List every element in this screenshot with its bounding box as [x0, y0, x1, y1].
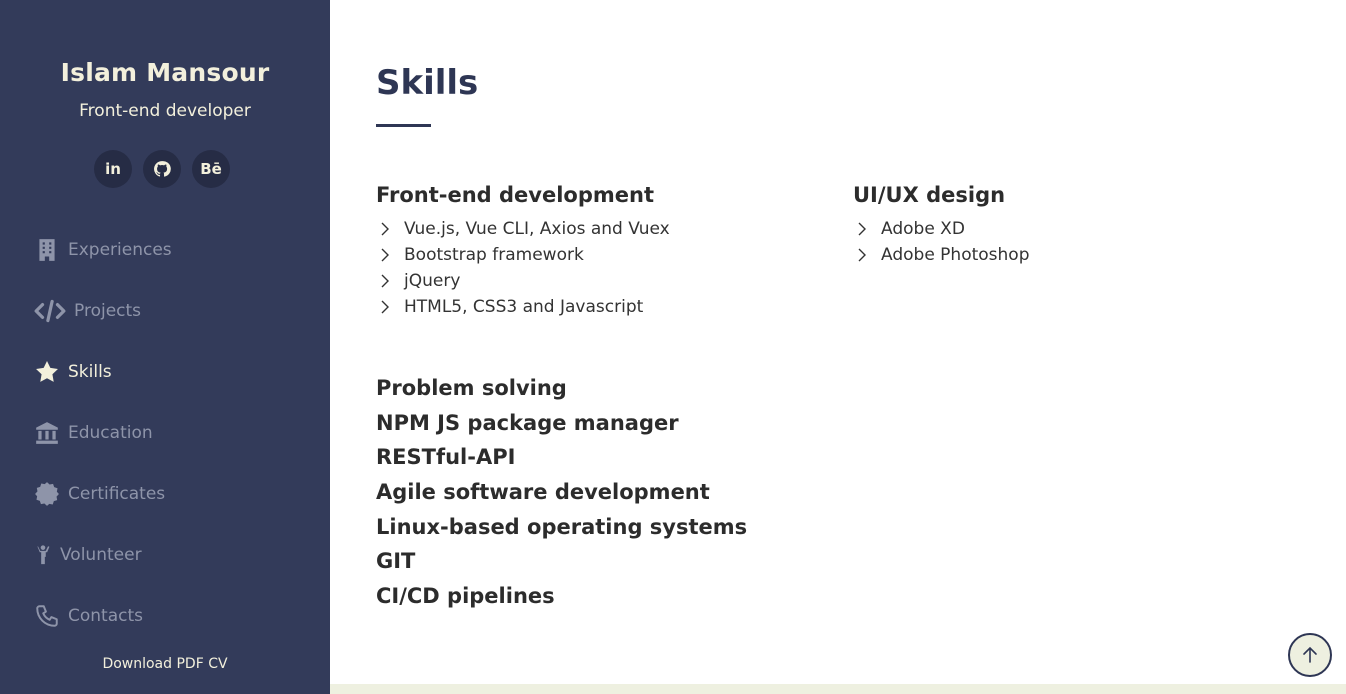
page-title: Skills [376, 63, 479, 103]
sidebar-item-label: Projects [74, 300, 142, 321]
sidebar: Islam Mansour Front-end developer in Bē … [0, 0, 330, 694]
sidebar-item-contacts[interactable]: Contacts [0, 585, 330, 646]
sidebar-item-label: Certificates [68, 483, 166, 504]
skill-item: Agile software development [376, 480, 710, 505]
chevron-right-icon [853, 222, 881, 236]
sidebar-item-certificates[interactable]: Certificates [0, 463, 330, 524]
behance-icon[interactable]: Bē [192, 150, 230, 188]
institution-icon [32, 418, 62, 448]
frontend-title: Front-end development [376, 183, 655, 207]
list-item: Adobe Photoshop [853, 242, 1030, 268]
skill-item: GIT [376, 549, 416, 574]
frontend-skills: Front-end development Vue.js, Vue CLI, A… [376, 183, 670, 320]
footer-strip [330, 684, 1346, 694]
chevron-right-icon [376, 248, 404, 262]
profile-title: Front-end developer [79, 101, 251, 121]
person-icon [32, 540, 54, 570]
other-skills: Problem solving NPM JS package manager R… [376, 374, 747, 617]
chevron-right-icon [376, 222, 404, 236]
chevron-right-icon [853, 248, 881, 262]
social-links: in Bē [94, 150, 230, 188]
list-item-label: HTML5, CSS3 and Javascript [404, 297, 644, 317]
phone-icon [32, 601, 62, 631]
list-item: Vue.js, Vue CLI, Axios and Vuex [376, 216, 670, 242]
sidebar-nav: Experiences Projects Skills Education Ce… [0, 219, 330, 646]
list-item-label: Bootstrap framework [404, 245, 584, 265]
building-icon [32, 235, 62, 265]
list-item-label: jQuery [404, 271, 461, 291]
scroll-to-top-button[interactable] [1288, 633, 1332, 677]
list-item: Bootstrap framework [376, 242, 670, 268]
sidebar-item-label: Contacts [68, 605, 143, 626]
list-item-label: Adobe Photoshop [881, 245, 1030, 265]
skill-item: CI/CD pipelines [376, 584, 555, 609]
list-item: Adobe XD [853, 216, 1030, 242]
linkedin-label: in [105, 160, 121, 178]
sidebar-item-label: Skills [68, 361, 112, 382]
chevron-right-icon [376, 274, 404, 288]
sidebar-item-experiences[interactable]: Experiences [0, 219, 330, 280]
arrow-up-icon [1303, 646, 1317, 663]
behance-label: Bē [200, 160, 222, 178]
uiux-title: UI/UX design [853, 183, 1006, 207]
sidebar-item-projects[interactable]: Projects [0, 280, 330, 341]
download-cv-link[interactable]: Download PDF CV [0, 656, 330, 672]
chevron-right-icon [376, 300, 404, 314]
list-item: HTML5, CSS3 and Javascript [376, 294, 670, 320]
skill-item: Linux-based operating systems [376, 514, 748, 539]
sidebar-item-label: Volunteer [60, 544, 142, 565]
list-item-label: Vue.js, Vue CLI, Axios and Vuex [404, 219, 670, 239]
code-icon [32, 296, 68, 326]
main-content: Skills Front-end development Vue.js, Vue… [330, 0, 1346, 694]
certificate-badge-icon [32, 479, 62, 509]
linkedin-icon[interactable]: in [94, 150, 132, 188]
skill-item: Problem solving [376, 376, 567, 400]
sidebar-item-education[interactable]: Education [0, 402, 330, 463]
uiux-skills: UI/UX design Adobe XD Adobe Photoshop [853, 183, 1030, 268]
skill-item: NPM JS package manager [376, 410, 679, 435]
profile-name: Islam Mansour [60, 58, 270, 87]
skill-item: RESTful-API [376, 445, 516, 470]
sidebar-item-label: Experiences [68, 239, 172, 260]
github-icon[interactable] [143, 150, 181, 188]
title-underline [376, 124, 431, 127]
list-item-label: Adobe XD [881, 219, 965, 239]
star-icon [32, 357, 62, 387]
sidebar-item-volunteer[interactable]: Volunteer [0, 524, 330, 585]
sidebar-item-skills[interactable]: Skills [0, 341, 330, 402]
list-item: jQuery [376, 268, 670, 294]
sidebar-item-label: Education [68, 422, 153, 443]
